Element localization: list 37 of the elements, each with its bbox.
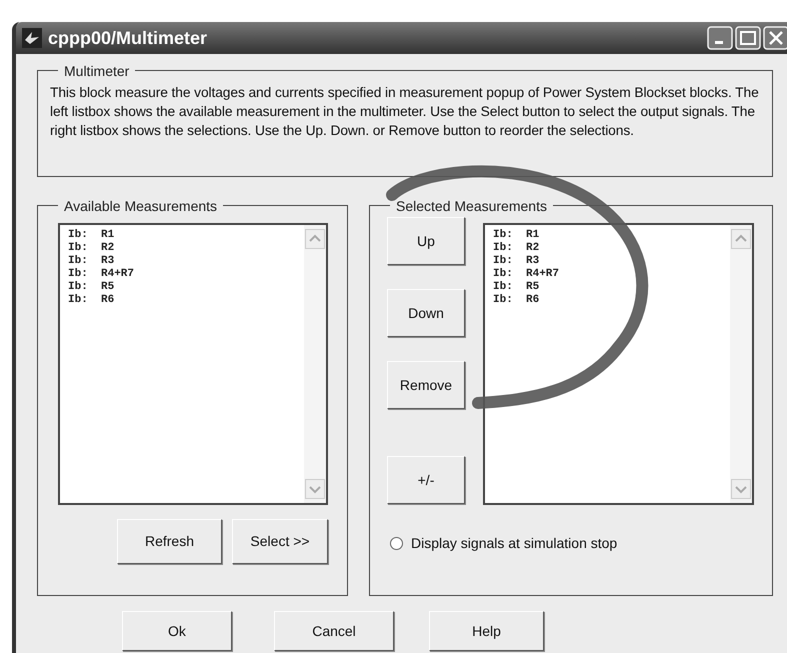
option-label: Display signals at simulation stop (411, 534, 618, 553)
list-item[interactable]: Ib: R4+R7 (68, 268, 304, 281)
list-item[interactable]: Ib: R6 (493, 294, 730, 307)
dialog-button[interactable]: Refresh (117, 519, 222, 564)
scrollbar[interactable] (304, 225, 326, 503)
list-item[interactable]: Ib: R4+R7 (493, 268, 730, 281)
scroll-up-icon[interactable] (731, 229, 751, 249)
list-item[interactable]: Ib: R1 (493, 229, 730, 242)
list-item[interactable]: Ib: R2 (68, 242, 304, 255)
window-title: cppp00/Multimeter (48, 26, 208, 50)
dialog-button[interactable]: Cancel (274, 611, 394, 651)
scroll-up-icon[interactable] (305, 229, 325, 249)
minimize-icon[interactable] (707, 26, 733, 50)
list-item[interactable]: Ib: R3 (68, 255, 304, 268)
description-text: This block measure the voltages and currents specified in measurement popup of Power System Blockset blocks. The left listbox shows the available measurement in the multimeter. Use the Select button to select the output signals. The right listbox shows the selections. Use the Up. Down. or Remove button to reorder the selections. (50, 84, 760, 140)
maximize-icon[interactable] (735, 26, 761, 50)
dialog-button[interactable]: +/- (387, 456, 465, 504)
list-item[interactable]: Ib: R1 (68, 229, 304, 242)
scroll-down-icon[interactable] (305, 479, 325, 499)
radio-button[interactable] (390, 537, 403, 550)
dialog-button[interactable]: Down (387, 289, 465, 337)
dialog-button[interactable]: Select >> (232, 519, 328, 564)
scroll-down-icon[interactable] (731, 479, 751, 499)
dialog-button[interactable]: Ok (122, 611, 232, 651)
app-icon (22, 28, 42, 48)
scrollbar[interactable] (730, 225, 752, 503)
list-item[interactable]: Ib: R3 (493, 255, 730, 268)
list-item[interactable]: Ib: R2 (493, 242, 730, 255)
dialog-button[interactable]: Help (429, 611, 544, 651)
listbox[interactable]: Ib: R1 Ib: R2 Ib: R3 Ib: R4+R7 Ib: R5 Ib: R6 (58, 223, 328, 505)
close-icon[interactable] (763, 26, 787, 50)
list-item[interactable]: Ib: R5 (493, 281, 730, 294)
list-item[interactable]: Ib: R6 (68, 294, 304, 307)
dialog-button[interactable]: Remove (387, 361, 465, 409)
dialog-button[interactable]: Up (387, 217, 465, 265)
listbox[interactable]: Ib: R1 Ib: R2 Ib: R3 Ib: R4+R7 Ib: R5 Ib: R6 (483, 223, 754, 505)
list-item[interactable]: Ib: R5 (68, 281, 304, 294)
